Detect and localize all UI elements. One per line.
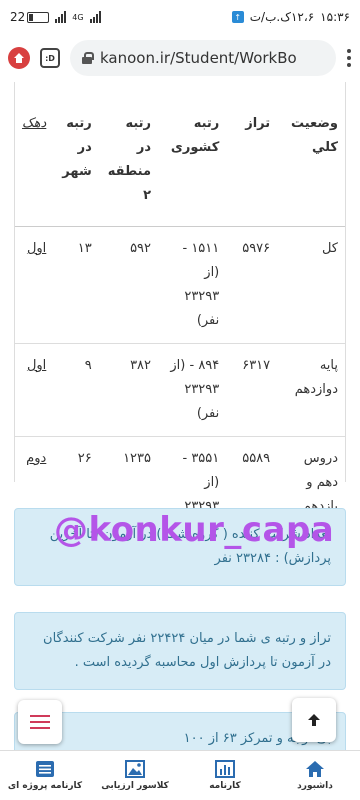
network-type: 4G bbox=[72, 12, 84, 22]
bottom-navigation: داشبورد کارنامه کلاسور ارزیابی کارنامه پ… bbox=[0, 750, 360, 800]
menu-fab-button[interactable] bbox=[18, 700, 62, 744]
lock-icon bbox=[82, 52, 94, 64]
cell-region-rank: ۵۹۲ bbox=[99, 226, 160, 344]
cell-city-rank: ۹ bbox=[54, 343, 100, 437]
nav-label: کارنامه bbox=[209, 781, 241, 791]
cell-national-rank: ۸۹۴ - (از ۲۳۲۹۳ نفر) bbox=[159, 343, 228, 437]
rank-note-box: تراز و رتبه ی شما در میان ۲۲۴۲۴ نفر شرکت… bbox=[14, 612, 346, 690]
hamburger-icon bbox=[30, 715, 50, 729]
url-bar[interactable]: kanoon.ir/Student/WorkBo bbox=[70, 40, 336, 76]
cell-city-rank: ۱۳ bbox=[54, 226, 100, 344]
cell-dahak-link[interactable]: اول bbox=[14, 343, 55, 437]
results-table-wrapper: وضعيت كلي تراز رتبه كشوری رتبه در منطقه … bbox=[14, 82, 346, 554]
results-table: وضعيت كلي تراز رتبه كشوری رتبه در منطقه … bbox=[14, 82, 346, 554]
signal-icon bbox=[55, 11, 67, 23]
rank-note-text: تراز و رتبه ی شما در میان ۲۲۴۲۴ نفر شرکت… bbox=[43, 631, 331, 670]
watermark: @konkur_capa bbox=[54, 510, 335, 550]
browser-toolbar: :D kanoon.ir/Student/WorkBo bbox=[0, 34, 360, 82]
page-content: وضعيت كلي تراز رتبه كشوری رتبه در منطقه … bbox=[0, 82, 360, 750]
header-taraz: تراز bbox=[227, 82, 279, 227]
menu-kebab-icon[interactable] bbox=[346, 49, 352, 67]
header-status: وضعيت كلي bbox=[278, 82, 346, 227]
table-row: پایه دوازدهم ۶۳۱۷ ۸۹۴ - (از ۲۳۲۹۳ نفر) ۳… bbox=[14, 343, 346, 437]
cell-status: پایه دوازدهم bbox=[278, 343, 346, 437]
list-icon bbox=[36, 761, 54, 777]
table-row: کل ۵۹۷۶ ۱۵۱۱ - (از ۲۳۲۹۳ نفر) ۵۹۲ ۱۳ اول bbox=[14, 226, 346, 344]
date: ۱۲،۶ک.ب/ت bbox=[249, 10, 315, 24]
nav-label: کلاسور ارزیابی bbox=[101, 781, 169, 791]
table-header-row: وضعيت كلي تراز رتبه كشوری رتبه در منطقه … bbox=[14, 82, 346, 227]
header-region-rank: رتبه در منطقه ۲ bbox=[99, 82, 160, 227]
header-city-rank: رتبه در شهر bbox=[54, 82, 100, 227]
cell-national-rank: ۱۵۱۱ - (از ۲۳۲۹۳ نفر) bbox=[159, 226, 228, 344]
arrow-up-icon bbox=[308, 714, 320, 726]
nav-dashboard[interactable]: داشبورد bbox=[270, 751, 360, 800]
cell-dahak-link[interactable]: اول bbox=[14, 226, 55, 344]
bar-chart-icon bbox=[215, 760, 235, 778]
status-time-area: ۱۵:۳۶ ۱۲،۶ک.ب/ت ↑ bbox=[231, 10, 350, 24]
status-icons: 22 4G bbox=[10, 10, 101, 24]
cell-taraz: ۵۹۷۶ bbox=[227, 226, 279, 344]
battery-icon: 22 bbox=[10, 10, 50, 24]
tabs-button[interactable]: :D bbox=[40, 48, 60, 68]
cell-taraz: ۶۳۱۷ bbox=[227, 343, 279, 437]
image-icon bbox=[125, 760, 145, 778]
nav-project-report[interactable]: کارنامه پروژه ای bbox=[0, 751, 90, 800]
url-text: kanoon.ir/Student/WorkBo bbox=[100, 49, 297, 67]
cell-region-rank: ۳۸۲ bbox=[99, 343, 160, 437]
clock: ۱۵:۳۶ bbox=[320, 10, 350, 24]
nav-report-card[interactable]: کارنامه bbox=[180, 751, 270, 800]
header-national-rank: رتبه كشوری bbox=[159, 82, 228, 227]
scroll-top-button[interactable] bbox=[292, 698, 336, 742]
battery-level: 22 bbox=[10, 10, 26, 24]
home-button[interactable] bbox=[8, 47, 30, 69]
cell-status: کل bbox=[278, 226, 346, 344]
status-bar: 22 4G ۱۵:۳۶ ۱۲،۶ک.ب/ت ↑ bbox=[0, 0, 360, 34]
nav-label: کارنامه پروژه ای bbox=[7, 781, 83, 791]
nav-label: داشبورد bbox=[297, 781, 333, 791]
home-icon bbox=[306, 761, 324, 777]
nav-evaluation-binder[interactable]: کلاسور ارزیابی bbox=[90, 751, 180, 800]
header-dahak[interactable]: دهک bbox=[14, 82, 55, 227]
house-icon bbox=[14, 53, 24, 63]
notification-icon: ↑ bbox=[231, 11, 244, 23]
signal-icon-2 bbox=[89, 11, 101, 23]
